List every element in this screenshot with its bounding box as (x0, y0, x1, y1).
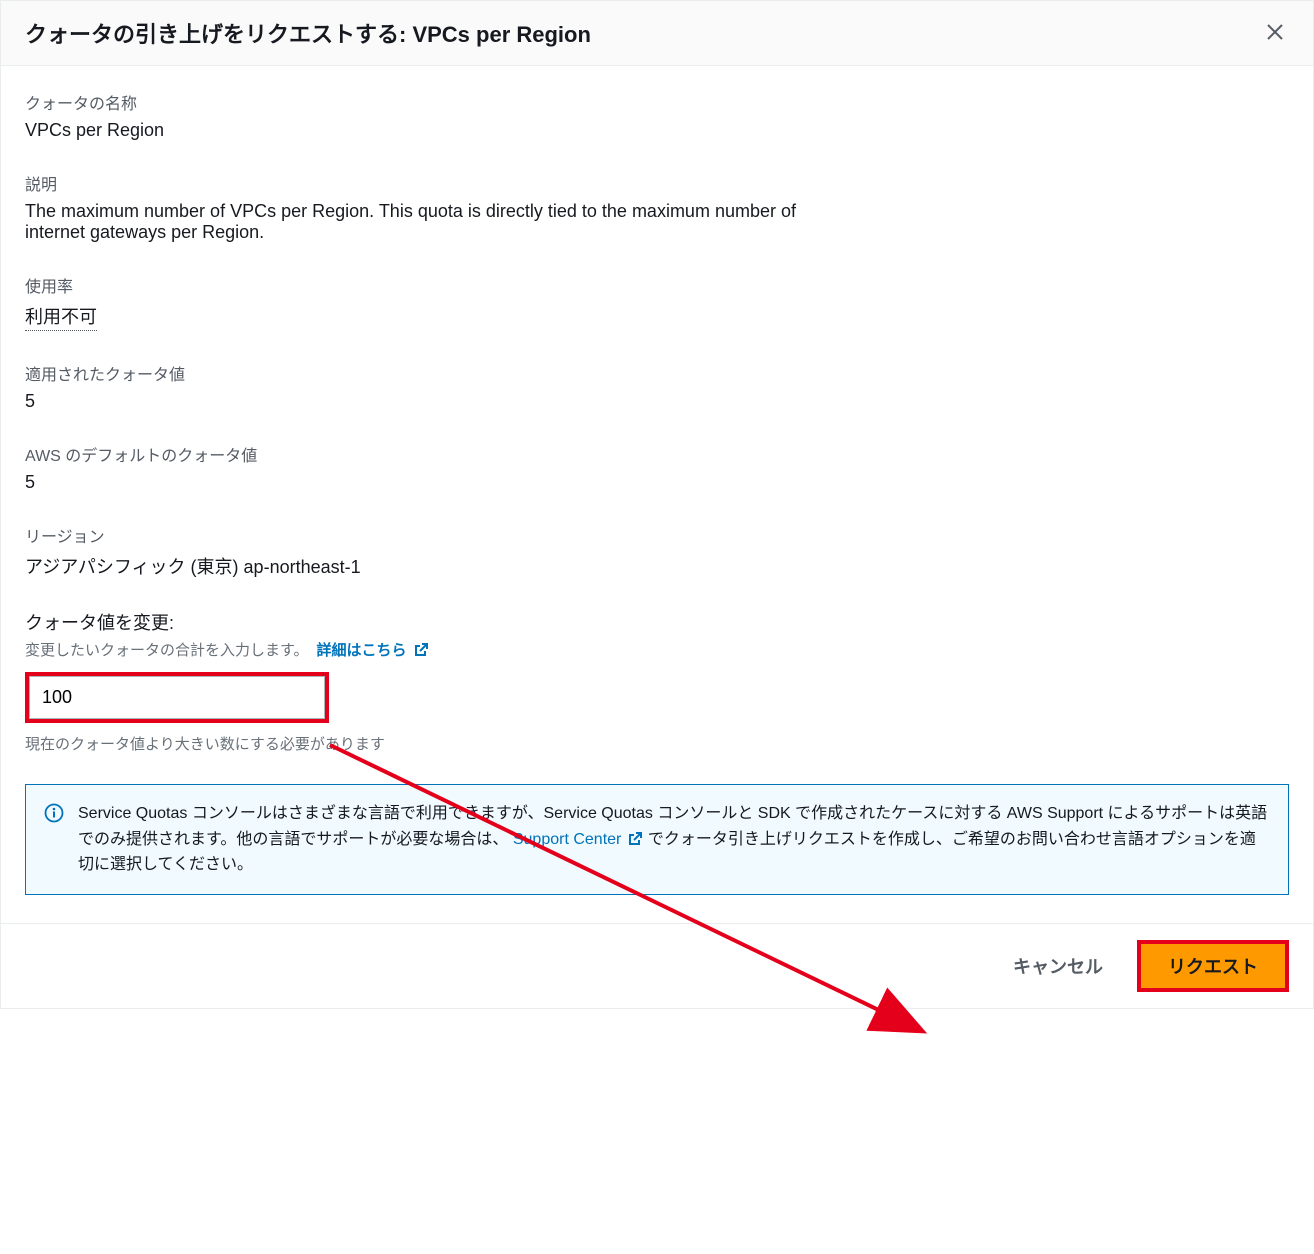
quota-name-group: クォータの名称 VPCs per Region (25, 90, 1289, 141)
help-row: 変更したいクォータの合計を入力します。 詳細はこちら (25, 639, 1289, 660)
close-icon (1266, 23, 1284, 44)
learn-more-text: 詳細はこちら (317, 639, 407, 660)
applied-quota-label: 適用されたクォータ値 (25, 361, 1289, 385)
change-quota-title: クォータ値を変更: (25, 609, 1289, 635)
submit-button-highlight: リクエスト (1137, 940, 1289, 992)
change-quota-help: 変更したいクォータの合計を入力します。 (25, 639, 309, 660)
request-button[interactable]: リクエスト (1141, 944, 1285, 988)
usage-value: 利用不可 (25, 303, 1289, 331)
change-quota-section: クォータ値を変更: 変更したいクォータの合計を入力します。 詳細はこちら (25, 609, 1289, 754)
support-center-text: Support Center (513, 827, 622, 853)
info-icon (44, 801, 64, 878)
region-value: アジアパシフィック (東京) ap-northeast-1 (25, 553, 1289, 579)
usage-label: 使用率 (25, 273, 1289, 297)
quota-name-value: VPCs per Region (25, 120, 1289, 141)
quota-input-highlight (25, 672, 329, 723)
usage-group: 使用率 利用不可 (25, 273, 1289, 331)
modal-body: クォータの名称 VPCs per Region 説明 The maximum n… (1, 66, 1313, 923)
description-group: 説明 The maximum number of VPCs per Region… (25, 171, 1289, 243)
quota-increase-modal: クォータの引き上げをリクエストする: VPCs per Region クォータの… (0, 0, 1314, 1009)
region-label: リージョン (25, 523, 1289, 547)
close-button[interactable] (1261, 19, 1289, 47)
applied-quota-value: 5 (25, 391, 1289, 412)
region-group: リージョン アジアパシフィック (東京) ap-northeast-1 (25, 523, 1289, 579)
learn-more-link[interactable]: 詳細はこちら (317, 639, 429, 660)
usage-value-text: 利用不可 (25, 303, 97, 331)
applied-quota-group: 適用されたクォータ値 5 (25, 361, 1289, 412)
modal-footer: キャンセル リクエスト (1, 923, 1313, 1008)
external-link-icon (627, 831, 643, 847)
quota-constraint-text: 現在のクォータ値より大きい数にする必要があります (25, 733, 1289, 754)
default-quota-label: AWS のデフォルトのクォータ値 (25, 442, 1289, 466)
modal-title: クォータの引き上げをリクエストする: VPCs per Region (25, 17, 591, 49)
default-quota-value: 5 (25, 472, 1289, 493)
cancel-button[interactable]: キャンセル (1003, 945, 1113, 987)
quota-name-label: クォータの名称 (25, 90, 1289, 114)
default-quota-group: AWS のデフォルトのクォータ値 5 (25, 442, 1289, 493)
support-center-link[interactable]: Support Center (513, 827, 644, 853)
description-label: 説明 (25, 171, 1289, 195)
quota-value-input[interactable] (29, 676, 325, 719)
language-info-box: Service Quotas コンソールはさまざまな言語で利用できますが、Ser… (25, 784, 1289, 895)
description-value: The maximum number of VPCs per Region. T… (25, 201, 805, 243)
external-link-icon (413, 642, 429, 658)
modal-header: クォータの引き上げをリクエストする: VPCs per Region (1, 1, 1313, 66)
info-text: Service Quotas コンソールはさまざまな言語で利用できますが、Ser… (78, 801, 1270, 878)
